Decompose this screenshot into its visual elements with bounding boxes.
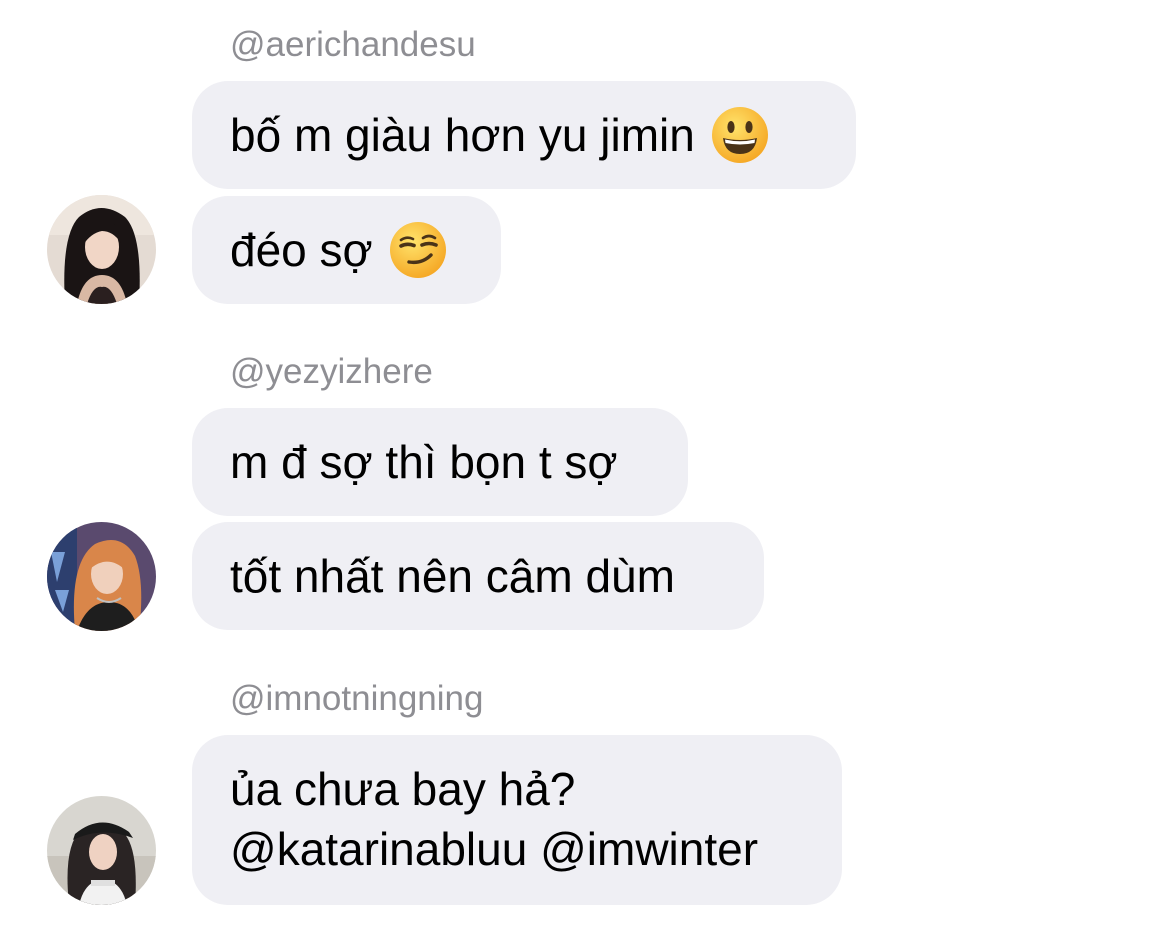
sender-username[interactable]: @aerichandesu — [230, 27, 476, 62]
message-text-line: ủa chưa bay hả? — [230, 763, 576, 815]
avatar[interactable] — [47, 796, 156, 905]
message-text-line: @katarinabluu @imwinter — [230, 823, 759, 875]
message-bubble[interactable]: bố m giàu hơn yu jimin — [192, 81, 856, 189]
message-text: m đ sợ thì bọn t sợ — [230, 436, 618, 488]
message-bubble[interactable]: tốt nhất nên câm dùm — [192, 522, 764, 630]
message-bubble[interactable]: đéo sợ — [192, 196, 501, 304]
sender-username[interactable]: @yezyizhere — [230, 354, 433, 389]
sender-username[interactable]: @imnotningning — [230, 681, 483, 716]
message-text: bố m giàu hơn yu jimin — [230, 109, 695, 161]
message-text: đéo sợ — [230, 224, 373, 276]
message-text: tốt nhất nên câm dùm — [230, 550, 675, 602]
grinning-face-emoji — [711, 106, 769, 164]
smirking-face-emoji — [389, 221, 447, 279]
avatar[interactable] — [47, 522, 156, 631]
message-bubble[interactable]: ủa chưa bay hả? @katarinabluu @imwinter — [192, 735, 842, 905]
message-bubble[interactable]: m đ sợ thì bọn t sợ — [192, 408, 688, 516]
avatar[interactable] — [47, 195, 156, 304]
